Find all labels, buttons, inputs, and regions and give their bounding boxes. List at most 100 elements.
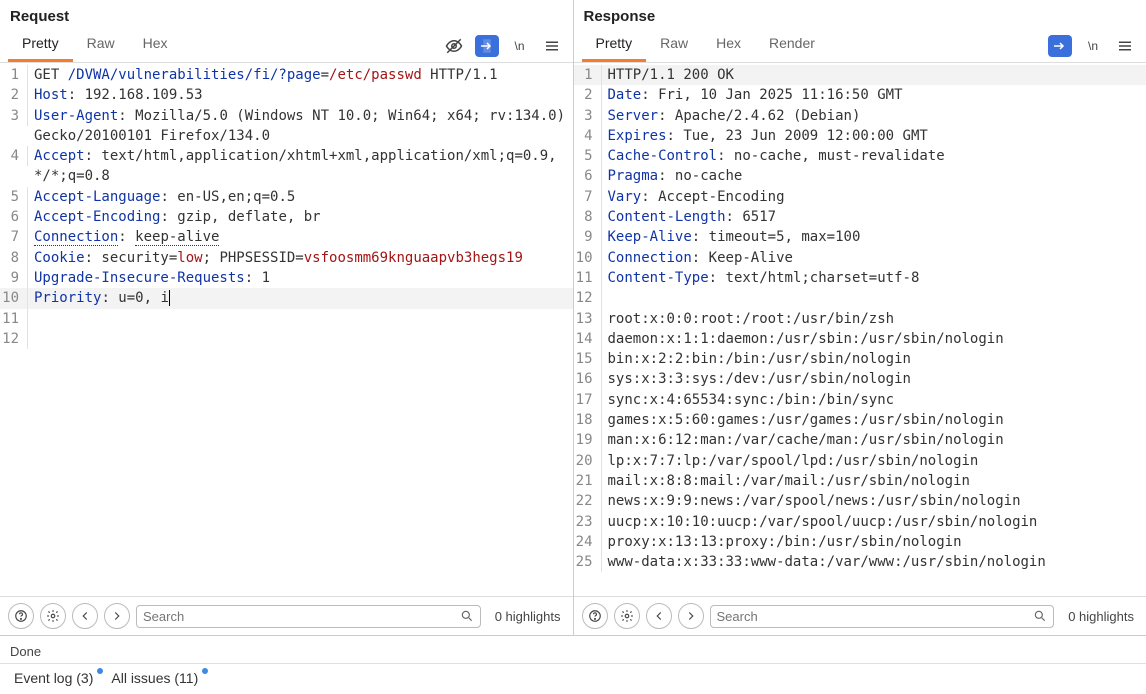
gear-icon[interactable]: [40, 603, 66, 629]
code-line[interactable]: 6Accept-Encoding: gzip, deflate, br: [0, 207, 573, 227]
request-editor[interactable]: 1GET /DVWA/vulnerabilities/fi/?page=/etc…: [0, 63, 573, 596]
code-line[interactable]: 6Pragma: no-cache: [574, 166, 1146, 186]
code-line[interactable]: 22news:x:9:9:news:/var/spool/news:/usr/s…: [574, 491, 1146, 511]
code-line[interactable]: 25www-data:x:33:33:www-data:/var/www:/us…: [574, 552, 1146, 572]
code-line[interactable]: 10Connection: Keep-Alive: [574, 248, 1146, 268]
code-content[interactable]: www-data:x:33:33:www-data:/var/www:/usr/…: [602, 552, 1146, 572]
code-content[interactable]: mail:x:8:8:mail:/var/mail:/usr/sbin/nolo…: [602, 471, 1146, 491]
code-content[interactable]: Host: 192.168.109.53: [28, 85, 573, 105]
code-content[interactable]: uucp:x:10:10:uucp:/var/spool/uucp:/usr/s…: [602, 512, 1146, 532]
code-line[interactable]: 5Cache-Control: no-cache, must-revalidat…: [574, 146, 1146, 166]
code-line[interactable]: 3Server: Apache/2.4.62 (Debian): [574, 106, 1146, 126]
tab-all-issues[interactable]: All issues (11): [111, 670, 198, 686]
code-content[interactable]: lp:x:7:7:lp:/var/spool/lpd:/usr/sbin/nol…: [602, 451, 1146, 471]
code-content[interactable]: Accept-Encoding: gzip, deflate, br: [28, 207, 573, 227]
code-content[interactable]: Connection: keep-alive: [28, 227, 573, 247]
code-content[interactable]: Priority: u=0, i: [28, 288, 573, 308]
code-line[interactable]: 9Upgrade-Insecure-Requests: 1: [0, 268, 573, 288]
code-line[interactable]: 16sys:x:3:3:sys:/dev:/usr/sbin/nologin: [574, 369, 1146, 389]
prev-match-icon[interactable]: [646, 603, 672, 629]
code-line[interactable]: 13root:x:0:0:root:/root:/usr/bin/zsh: [574, 309, 1146, 329]
code-line[interactable]: 11: [0, 309, 573, 329]
code-line[interactable]: 7Vary: Accept-Encoding: [574, 187, 1146, 207]
response-search[interactable]: [710, 605, 1055, 628]
code-content[interactable]: sys:x:3:3:sys:/dev:/usr/sbin/nologin: [602, 369, 1146, 389]
tab-hex[interactable]: Hex: [129, 29, 182, 62]
tab-pretty[interactable]: Pretty: [8, 29, 73, 62]
code-line[interactable]: 21mail:x:8:8:mail:/var/mail:/usr/sbin/no…: [574, 471, 1146, 491]
next-match-icon[interactable]: [104, 603, 130, 629]
code-content[interactable]: news:x:9:9:news:/var/spool/news:/usr/sbi…: [602, 491, 1146, 511]
code-content[interactable]: sync:x:4:65534:sync:/bin:/bin/sync: [602, 390, 1146, 410]
code-line[interactable]: 9Keep-Alive: timeout=5, max=100: [574, 227, 1146, 247]
code-line[interactable]: 12: [0, 329, 573, 349]
code-line[interactable]: 24proxy:x:13:13:proxy:/bin:/usr/sbin/nol…: [574, 532, 1146, 552]
code-content[interactable]: Expires: Tue, 23 Jun 2009 12:00:00 GMT: [602, 126, 1146, 146]
tab-pretty[interactable]: Pretty: [582, 29, 647, 62]
code-content[interactable]: Keep-Alive: timeout=5, max=100: [602, 227, 1146, 247]
tab-render[interactable]: Render: [755, 29, 829, 62]
code-line[interactable]: 5Accept-Language: en-US,en;q=0.5: [0, 187, 573, 207]
code-content[interactable]: proxy:x:13:13:proxy:/bin:/usr/sbin/nolog…: [602, 532, 1146, 552]
code-content[interactable]: bin:x:2:2:bin:/bin:/usr/sbin/nologin: [602, 349, 1146, 369]
code-content[interactable]: Date: Fri, 10 Jan 2025 11:16:50 GMT: [602, 85, 1146, 105]
code-content[interactable]: GET /DVWA/vulnerabilities/fi/?page=/etc/…: [28, 65, 573, 85]
code-content[interactable]: Connection: Keep-Alive: [602, 248, 1146, 268]
code-line[interactable]: 1GET /DVWA/vulnerabilities/fi/?page=/etc…: [0, 65, 573, 85]
newline-icon[interactable]: \n: [509, 35, 531, 57]
code-line[interactable]: 8Content-Length: 6517: [574, 207, 1146, 227]
code-content[interactable]: man:x:6:12:man:/var/cache/man:/usr/sbin/…: [602, 430, 1146, 450]
code-line[interactable]: 4Accept: text/html,application/xhtml+xml…: [0, 146, 573, 187]
code-line[interactable]: 8Cookie: security=low; PHPSESSID=vsfoosm…: [0, 248, 573, 268]
code-content[interactable]: Accept: text/html,application/xhtml+xml,…: [28, 146, 573, 187]
code-line[interactable]: 12: [574, 288, 1146, 308]
send-icon[interactable]: [1048, 35, 1072, 57]
menu-icon[interactable]: [541, 35, 563, 57]
next-match-icon[interactable]: [678, 603, 704, 629]
code-line[interactable]: 2Date: Fri, 10 Jan 2025 11:16:50 GMT: [574, 85, 1146, 105]
code-content[interactable]: HTTP/1.1 200 OK: [602, 65, 1146, 85]
code-line[interactable]: 2Host: 192.168.109.53: [0, 85, 573, 105]
code-content[interactable]: Accept-Language: en-US,en;q=0.5: [28, 187, 573, 207]
code-line[interactable]: 11Content-Type: text/html;charset=utf-8: [574, 268, 1146, 288]
tab-raw[interactable]: Raw: [646, 29, 702, 62]
hide-icon[interactable]: [443, 35, 465, 57]
code-line[interactable]: 20lp:x:7:7:lp:/var/spool/lpd:/usr/sbin/n…: [574, 451, 1146, 471]
code-content[interactable]: Upgrade-Insecure-Requests: 1: [28, 268, 573, 288]
response-search-input[interactable]: [717, 609, 1028, 624]
code-content[interactable]: games:x:5:60:games:/usr/games:/usr/sbin/…: [602, 410, 1146, 430]
code-content[interactable]: Cookie: security=low; PHPSESSID=vsfoosmm…: [28, 248, 573, 268]
code-content[interactable]: Content-Type: text/html;charset=utf-8: [602, 268, 1146, 288]
request-search[interactable]: [136, 605, 481, 628]
help-icon[interactable]: [582, 603, 608, 629]
code-line[interactable]: 19man:x:6:12:man:/var/cache/man:/usr/sbi…: [574, 430, 1146, 450]
prev-match-icon[interactable]: [72, 603, 98, 629]
menu-icon[interactable]: [1114, 35, 1136, 57]
code-line[interactable]: 7Connection: keep-alive: [0, 227, 573, 247]
code-line[interactable]: 17sync:x:4:65534:sync:/bin:/bin/sync: [574, 390, 1146, 410]
code-content[interactable]: Vary: Accept-Encoding: [602, 187, 1146, 207]
code-content[interactable]: [602, 288, 1146, 308]
code-content[interactable]: Server: Apache/2.4.62 (Debian): [602, 106, 1146, 126]
tab-hex[interactable]: Hex: [702, 29, 755, 62]
code-content[interactable]: Content-Length: 6517: [602, 207, 1146, 227]
code-line[interactable]: 15bin:x:2:2:bin:/bin:/usr/sbin/nologin: [574, 349, 1146, 369]
code-content[interactable]: root:x:0:0:root:/root:/usr/bin/zsh: [602, 309, 1146, 329]
gear-icon[interactable]: [614, 603, 640, 629]
code-line[interactable]: 23uucp:x:10:10:uucp:/var/spool/uucp:/usr…: [574, 512, 1146, 532]
code-line[interactable]: 14daemon:x:1:1:daemon:/usr/sbin:/usr/sbi…: [574, 329, 1146, 349]
code-content[interactable]: User-Agent: Mozilla/5.0 (Windows NT 10.0…: [28, 106, 573, 147]
code-content[interactable]: [28, 329, 573, 349]
code-line[interactable]: 4Expires: Tue, 23 Jun 2009 12:00:00 GMT: [574, 126, 1146, 146]
code-content[interactable]: Cache-Control: no-cache, must-revalidate: [602, 146, 1146, 166]
code-line[interactable]: 1HTTP/1.1 200 OK: [574, 65, 1146, 85]
help-icon[interactable]: [8, 603, 34, 629]
code-line[interactable]: 18games:x:5:60:games:/usr/games:/usr/sbi…: [574, 410, 1146, 430]
tab-event-log[interactable]: Event log (3): [14, 670, 93, 686]
request-search-input[interactable]: [143, 609, 454, 624]
code-line[interactable]: 3User-Agent: Mozilla/5.0 (Windows NT 10.…: [0, 106, 573, 147]
response-editor[interactable]: 1HTTP/1.1 200 OK2Date: Fri, 10 Jan 2025 …: [574, 63, 1146, 596]
code-content[interactable]: Pragma: no-cache: [602, 166, 1146, 186]
code-line[interactable]: 10Priority: u=0, i: [0, 288, 573, 308]
code-content[interactable]: daemon:x:1:1:daemon:/usr/sbin:/usr/sbin/…: [602, 329, 1146, 349]
